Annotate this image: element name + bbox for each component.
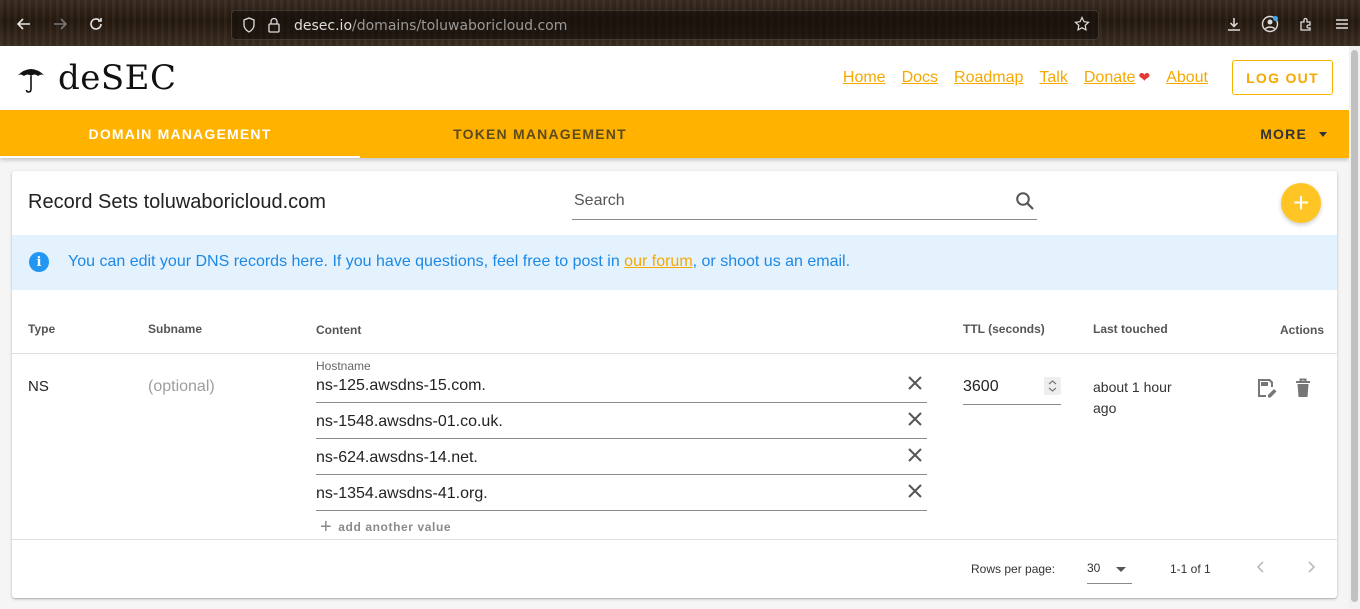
record-type: NS [28, 378, 49, 395]
previous-page-icon[interactable] [1254, 557, 1268, 580]
more-label: MORE [1260, 126, 1307, 142]
lock-icon[interactable] [268, 17, 280, 36]
column-header-ttl[interactable]: TTL (seconds) [963, 322, 1045, 336]
header-divider [12, 353, 1337, 354]
clear-value-icon[interactable] [907, 375, 923, 396]
record-value-field[interactable]: ns-125.awsdns-15.com. [316, 372, 927, 403]
info-text: You can edit your DNS records here. If y… [68, 253, 850, 271]
clear-value-icon[interactable] [907, 411, 923, 432]
column-header-subname[interactable]: Subname [148, 322, 202, 336]
heart-icon: ❤ [1138, 69, 1151, 85]
record-value[interactable]: ns-624.awsdns-14.net. [316, 449, 478, 467]
forum-link[interactable]: our forum [624, 253, 692, 270]
top-nav: Home Docs Roadmap Talk Donate ❤ About [843, 69, 1208, 87]
column-header-content[interactable]: Content [316, 323, 361, 337]
url-path: /domains/toluwaboricloud.com [352, 18, 568, 34]
subname-field[interactable]: (optional) [148, 378, 215, 396]
info-text-start: You can edit your DNS records here. If y… [68, 253, 625, 270]
clear-value-icon[interactable] [907, 447, 923, 468]
page-range: 1-1 of 1 [1170, 562, 1211, 576]
ttl-field[interactable]: 3600 [963, 374, 1061, 405]
clear-value-icon[interactable] [907, 483, 923, 504]
record-sets-card: Record Sets toluwaboricloud.com + i You … [12, 171, 1337, 598]
bookmark-star-icon[interactable] [1074, 16, 1090, 35]
page-scrollbar[interactable] [1349, 46, 1360, 609]
search-field[interactable] [572, 185, 1037, 220]
more-menu-button[interactable]: MORE [1260, 110, 1327, 158]
scrollbar-thumb[interactable] [1351, 50, 1358, 602]
record-value[interactable]: ns-1548.awsdns-01.co.uk. [316, 413, 503, 431]
record-value-field[interactable]: ns-1548.awsdns-01.co.uk. [316, 408, 927, 439]
table-footer: Rows per page: 30 1-1 of 1 [12, 539, 1337, 598]
extensions-icon[interactable] [1296, 14, 1316, 34]
ttl-value[interactable]: 3600 [963, 378, 999, 396]
column-header-type[interactable]: Type [28, 322, 55, 336]
reload-icon[interactable] [86, 14, 106, 34]
rows-per-page-select[interactable]: 30 [1087, 555, 1132, 584]
record-value[interactable]: ns-1354.awsdns-41.org. [316, 485, 488, 503]
logout-button[interactable]: LOG OUT [1232, 60, 1333, 95]
nav-link-about[interactable]: About [1166, 69, 1208, 87]
plus-icon: + [320, 516, 333, 538]
url-bar[interactable]: desec.io/domains/toluwaboricloud.com [231, 10, 1099, 40]
search-input[interactable] [572, 191, 996, 211]
account-icon[interactable] [1260, 14, 1280, 34]
umbrella-logo-icon [16, 64, 46, 99]
logo-text[interactable]: deSEC [58, 58, 177, 98]
caret-down-icon [1319, 131, 1327, 137]
nav-link-roadmap[interactable]: Roadmap [954, 69, 1023, 87]
menu-icon[interactable] [1332, 14, 1352, 34]
back-arrow-icon[interactable] [14, 14, 34, 34]
rows-per-page-value[interactable]: 30 [1087, 561, 1100, 575]
tab-token-management[interactable]: TOKEN MANAGEMENT [360, 110, 720, 158]
record-value-field[interactable]: ns-1354.awsdns-41.org. [316, 480, 927, 511]
main-tabs: DOMAIN MANAGEMENT TOKEN MANAGEMENT MORE [0, 110, 1349, 158]
nav-link-donate[interactable]: Donate [1084, 69, 1136, 86]
browser-toolbar: desec.io/domains/toluwaboricloud.com [0, 0, 1360, 46]
tab-domain-management[interactable]: DOMAIN MANAGEMENT [0, 110, 360, 158]
forward-arrow-icon[interactable] [50, 14, 70, 34]
save-record-icon[interactable] [1256, 377, 1278, 404]
url-text: desec.io/domains/toluwaboricloud.com [294, 18, 567, 34]
ttl-stepper-icon[interactable] [1044, 377, 1061, 395]
hostname-label: Hostname [316, 359, 371, 373]
shield-icon[interactable] [242, 17, 256, 36]
record-value[interactable]: ns-125.awsdns-15.com. [316, 377, 486, 395]
info-icon: i [29, 252, 49, 272]
column-header-actions: Actions [1280, 323, 1325, 337]
add-record-button[interactable]: + [1281, 183, 1321, 223]
app-header: deSEC Home Docs Roadmap Talk Donate ❤ Abo… [0, 46, 1349, 110]
info-alert: i You can edit your DNS records here. If… [12, 235, 1337, 290]
search-icon[interactable] [1015, 191, 1035, 216]
nav-link-home[interactable]: Home [843, 69, 886, 87]
add-another-value-label: add another value [338, 520, 452, 534]
next-page-icon[interactable] [1304, 557, 1318, 580]
add-another-value-button[interactable]: + add another value [320, 517, 451, 537]
page-title: Record Sets toluwaboricloud.com [28, 191, 326, 213]
nav-link-talk[interactable]: Talk [1039, 69, 1067, 87]
delete-record-icon[interactable] [1294, 377, 1312, 404]
active-tab-indicator [0, 156, 360, 158]
column-header-last-touched[interactable]: Last touched [1093, 322, 1168, 336]
record-value-field[interactable]: ns-624.awsdns-14.net. [316, 444, 927, 475]
rows-per-page-label: Rows per page: [971, 562, 1056, 576]
url-host: desec.io [294, 18, 353, 34]
info-text-end: , or shoot us an email. [692, 253, 851, 270]
last-touched: about 1 hour ago [1093, 379, 1172, 416]
nav-link-docs[interactable]: Docs [902, 69, 938, 87]
nav-donate: Donate ❤ [1084, 69, 1150, 87]
downloads-icon[interactable] [1224, 14, 1244, 34]
dropdown-caret-icon[interactable] [1116, 567, 1126, 572]
